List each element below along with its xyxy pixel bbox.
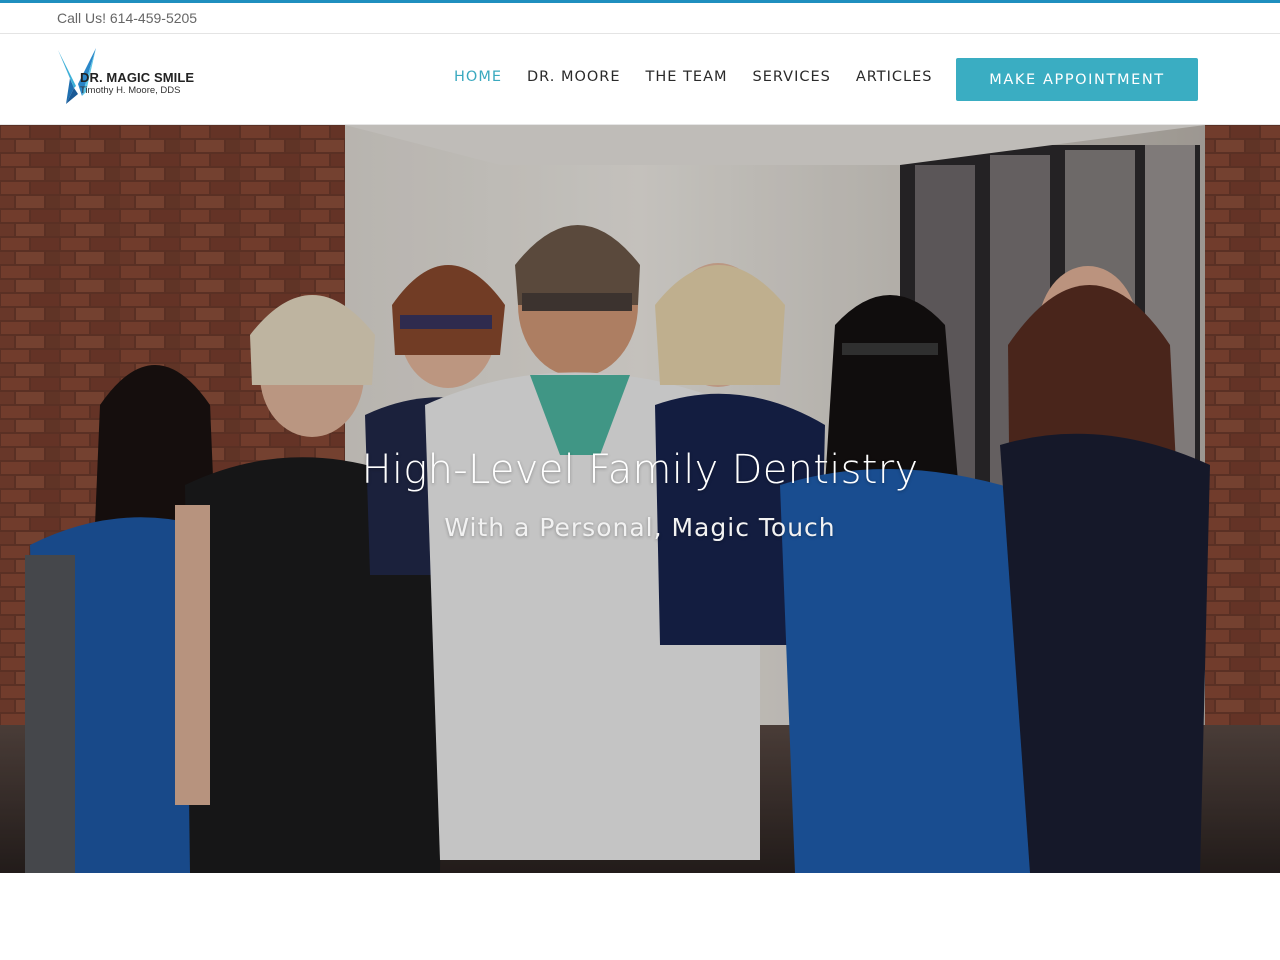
nav-item-services[interactable]: SERVICES: [753, 69, 831, 85]
logo-subtitle: Timothy H. Moore, DDS: [80, 85, 181, 96]
main-nav: HOME DR. MOORE THE TEAM SERVICES ARTICLE…: [454, 69, 958, 85]
hero-overlay: [0, 125, 1280, 873]
logo-name: DR. MAGIC SMILE: [80, 70, 195, 85]
nav-item-the-team[interactable]: THE TEAM: [646, 69, 728, 85]
make-appointment-button[interactable]: MAKE APPOINTMENT: [956, 58, 1198, 101]
hero-subline: With a Personal, Magic Touch: [444, 513, 836, 542]
hero-banner: High-Level Family Dentistry With a Perso…: [0, 125, 1280, 873]
call-us-text[interactable]: Call Us! 614-459-5205: [57, 10, 197, 26]
site-header: DR. MAGIC SMILE Timothy H. Moore, DDS HO…: [0, 34, 1280, 125]
site-logo[interactable]: DR. MAGIC SMILE Timothy H. Moore, DDS: [56, 48, 206, 110]
nav-item-home[interactable]: HOME: [454, 69, 502, 85]
nav-item-articles[interactable]: ARTICLES: [856, 69, 933, 85]
hero-headline: High-Level Family Dentistry: [361, 447, 919, 493]
top-bar: Call Us! 614-459-5205: [0, 3, 1280, 34]
nav-item-dr-moore[interactable]: DR. MOORE: [527, 69, 621, 85]
